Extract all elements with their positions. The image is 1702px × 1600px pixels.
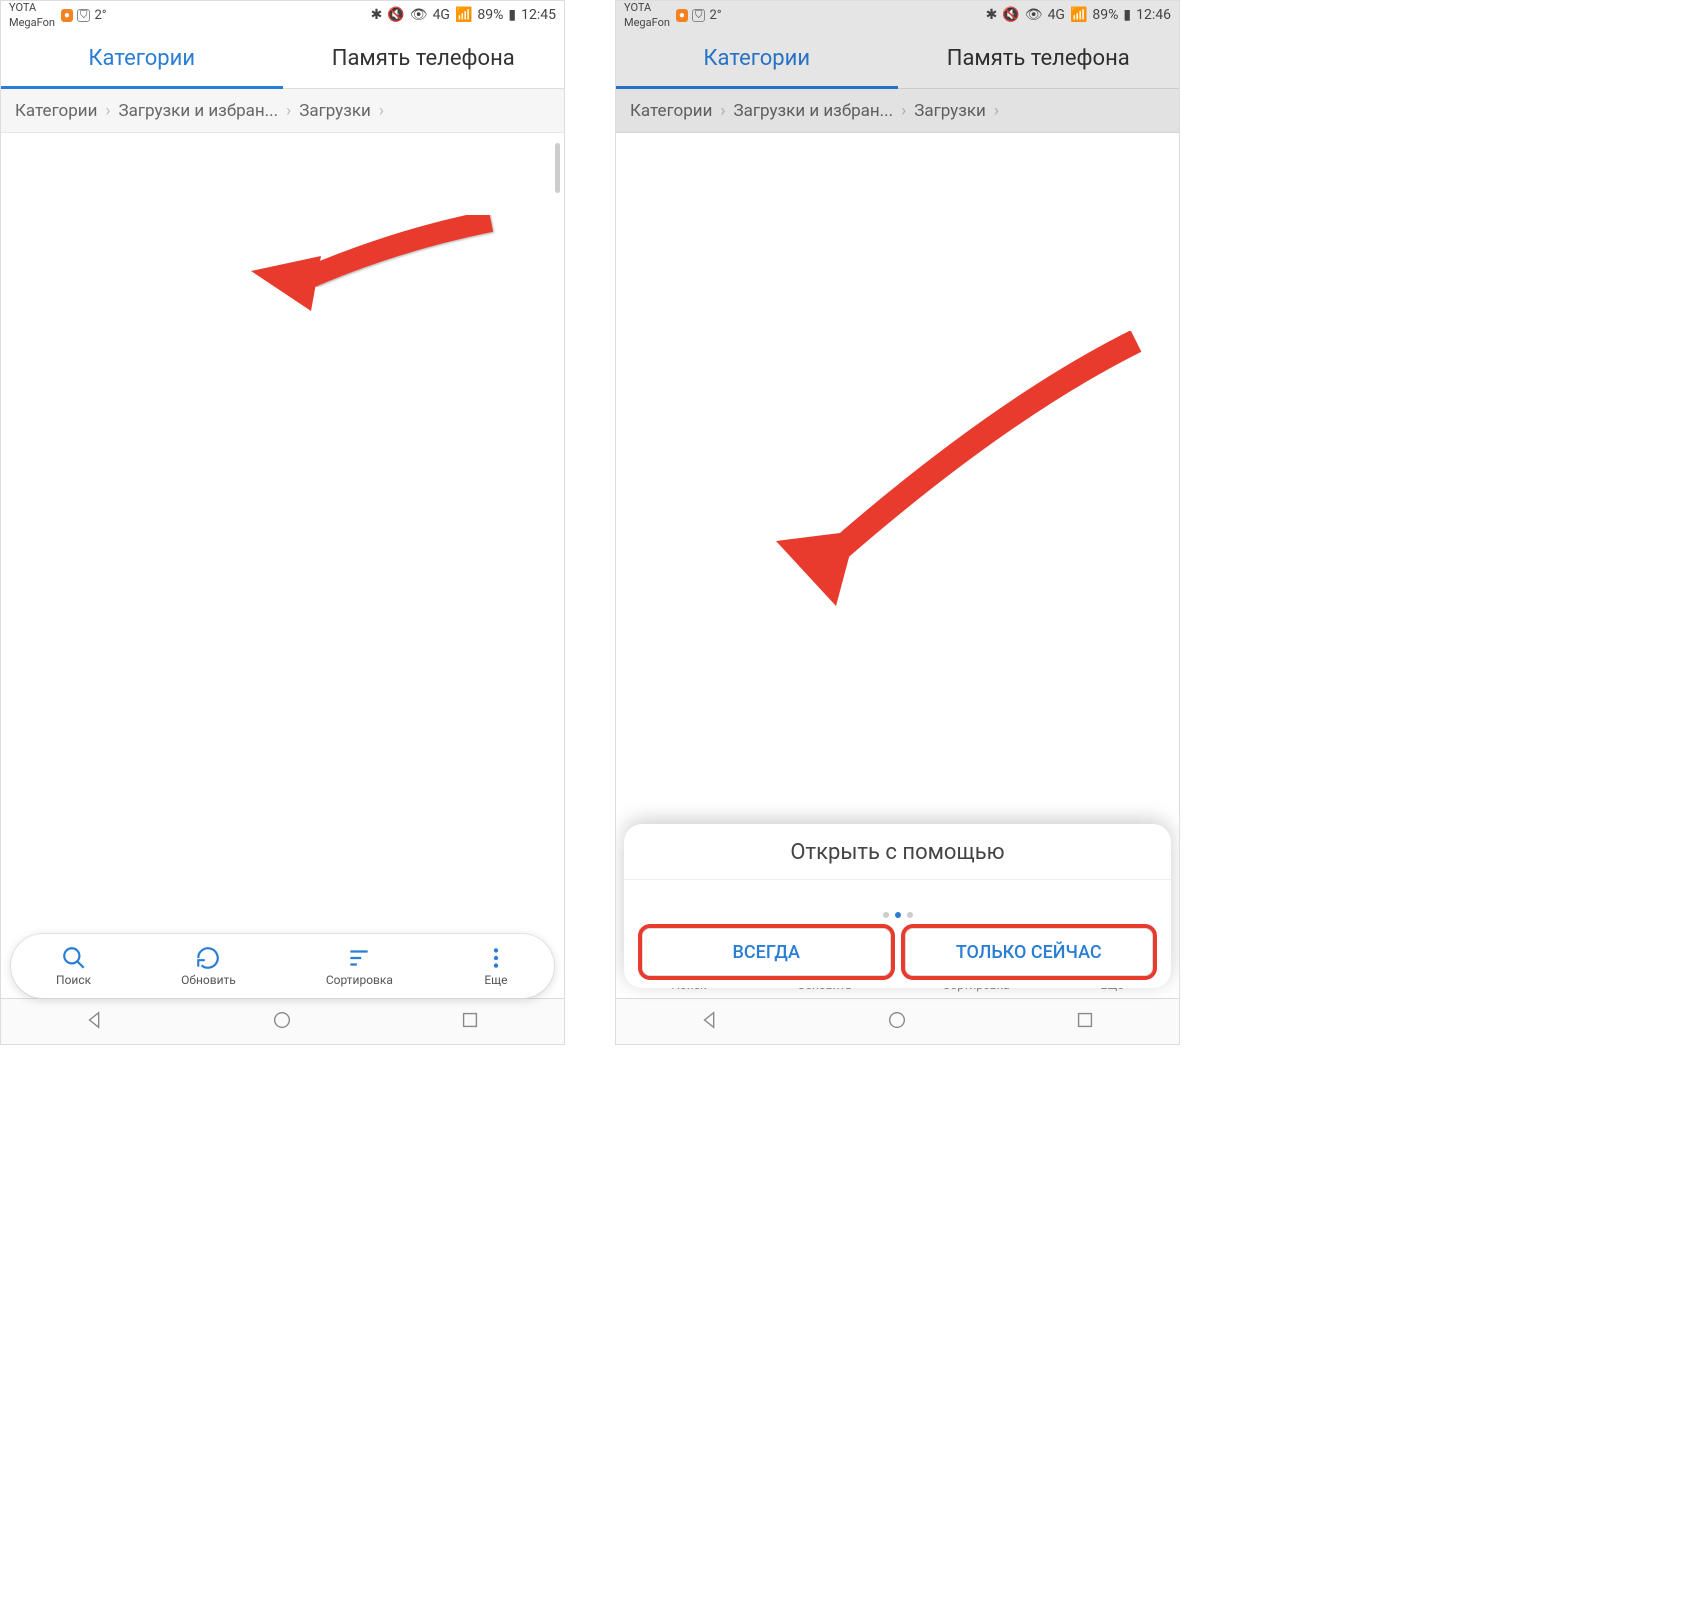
refresh-button[interactable]: Обновить — [181, 945, 236, 987]
open-with-sheet: Открыть с помощью ВСЕГДА ТОЛЬКО СЕЙЧАС — [624, 824, 1171, 988]
status-bar: YOTAMegaFon ●⛉2° ✱ 🔇 👁 4G 📶 89% ▮ 12:45 — [1, 1, 564, 29]
breadcrumb[interactable]: Категории› Загрузки и избран...› Загрузк… — [616, 89, 1179, 133]
signal-icon: 📶 — [455, 7, 472, 23]
recents-button[interactable] — [1074, 1009, 1096, 1035]
tabs: Категории Память телефона — [1, 29, 564, 89]
mute-icon: 🔇 — [387, 7, 404, 23]
phone-right: YOTAMegaFon ●⛉2° ✱🔇👁4G📶 89%▮ 12:46 Катег… — [615, 0, 1180, 1045]
eye-icon: 👁 — [410, 7, 428, 23]
android-navbar — [1, 998, 564, 1044]
phone-left: YOTAMegaFon ●⛉2° ✱ 🔇 👁 4G 📶 89% ▮ 12:45 … — [0, 0, 565, 1045]
home-button[interactable] — [271, 1009, 293, 1035]
battery-icon: ▮ — [508, 7, 516, 23]
bluetooth-icon: ✱ — [371, 7, 383, 23]
recents-button[interactable] — [459, 1009, 481, 1035]
status-bar: YOTAMegaFon ●⛉2° ✱🔇👁4G📶 89%▮ 12:46 — [616, 1, 1179, 29]
home-button[interactable] — [886, 1009, 908, 1035]
network-icon: 4G — [433, 7, 450, 23]
just-once-button[interactable]: ТОЛЬКО СЕЙЧАС — [905, 928, 1154, 976]
file-list — [1, 133, 564, 934]
back-button[interactable] — [699, 1009, 721, 1035]
tab-storage[interactable]: Память телефона — [898, 29, 1180, 88]
android-navbar — [616, 998, 1179, 1044]
tabs: Категории Память телефона — [616, 29, 1179, 89]
back-button[interactable] — [84, 1009, 106, 1035]
search-button[interactable]: Поиск — [56, 945, 91, 987]
sheet-title: Открыть с помощью — [624, 824, 1171, 880]
tab-categories[interactable]: Категории — [616, 29, 898, 88]
app-grid — [624, 880, 1171, 908]
sort-button[interactable]: Сортировка — [326, 945, 393, 987]
bottom-toolbar: Поиск Обновить Сортировка Еще — [11, 934, 554, 998]
breadcrumb[interactable]: Категории› Загрузки и избран...› Загрузк… — [1, 89, 564, 133]
tab-categories[interactable]: Категории — [1, 29, 283, 88]
scrollbar[interactable] — [555, 143, 560, 193]
clock: 12:45 — [521, 7, 556, 23]
more-button[interactable]: Еще — [483, 945, 509, 987]
always-button[interactable]: ВСЕГДА — [642, 928, 891, 976]
tab-storage[interactable]: Память телефона — [283, 29, 565, 88]
clock: 12:46 — [1136, 7, 1171, 23]
